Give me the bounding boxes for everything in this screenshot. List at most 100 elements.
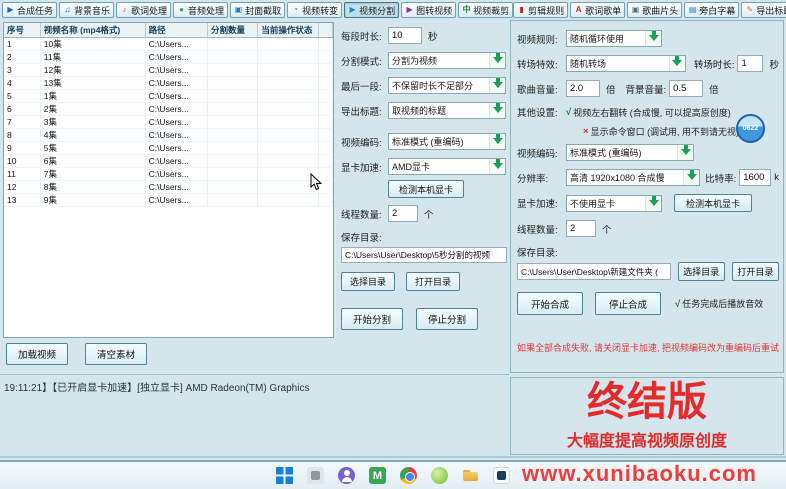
tab-bg-music[interactable]: ♫背景音乐 [59, 2, 114, 18]
transition-select[interactable]: 随机转场 [566, 55, 686, 72]
tab-lyrics-playlist[interactable]: A歌词歌单 [570, 2, 625, 18]
split-mode-value: 分割为视频 [389, 54, 489, 67]
tab-export-title[interactable]: ✎导出标题 [741, 2, 786, 18]
chevron-down-icon[interactable] [669, 56, 685, 71]
flip-video-checkbox-label[interactable]: 视频左右翻转 (合成慢, 可以提高原创度) [573, 106, 731, 119]
chevron-down-icon[interactable] [489, 53, 505, 68]
table-cell: 6 [4, 103, 40, 116]
tab-lyrics-process[interactable]: ♪歌词处理 [116, 2, 171, 18]
segment-duration-input[interactable] [388, 27, 422, 44]
table-cell: C:\Users... [145, 38, 207, 51]
table-row[interactable]: 128集C:\Users... [4, 181, 333, 194]
table-cell: 2集 [40, 103, 145, 116]
chevron-down-icon[interactable] [645, 31, 661, 46]
merge-choose-dir-button[interactable]: 选择目录 [678, 262, 725, 281]
table-row[interactable]: 117集C:\Users... [4, 168, 333, 181]
table-row[interactable]: 62集C:\Users... [4, 103, 333, 116]
table-row[interactable]: 73集C:\Users... [4, 116, 333, 129]
user-icon[interactable] [338, 467, 355, 484]
chrome-icon[interactable] [400, 467, 417, 484]
table-row[interactable]: 139集C:\Users... [4, 194, 333, 207]
resolution-select[interactable]: 高清 1920x1080 合成慢 [566, 169, 700, 186]
video-rule-select[interactable]: 随机循环使用 [566, 30, 662, 47]
tab-video-split[interactable]: ▶视频分割 [344, 2, 399, 18]
merge-save-dir-input[interactable] [517, 263, 671, 280]
tab-cover-capture[interactable]: ▣封面截取 [230, 2, 285, 18]
column-header[interactable]: 分割数量 [208, 23, 258, 38]
app-active-icon[interactable] [493, 467, 510, 484]
checkmark-icon[interactable]: √ [566, 107, 571, 118]
tab-image-to-video[interactable]: ▶图转视频 [401, 2, 456, 18]
table-cell [208, 103, 258, 116]
table-row[interactable]: 84集C:\Users... [4, 129, 333, 142]
chevron-down-icon[interactable] [645, 196, 661, 211]
promo-subtitle: 大幅度提高视频原创度 [567, 427, 727, 451]
tab-clip-rules[interactable]: ▮剪辑规则 [513, 2, 568, 18]
song-volume-input[interactable] [566, 80, 600, 97]
transition-duration-input[interactable] [737, 55, 763, 72]
video-encode-select[interactable]: 标准模式 (重编码) [388, 133, 506, 150]
load-videos-button[interactable]: 加载视频 [6, 343, 68, 365]
open-dir-button[interactable]: 打开目录 [406, 272, 460, 291]
table-row[interactable]: 95集C:\Users... [4, 142, 333, 155]
choose-dir-button[interactable]: 选择目录 [341, 272, 395, 291]
show-cmd-checkbox-label[interactable]: 显示命令窗口 (调试用, 用不到请无视) [591, 125, 740, 138]
bg-volume-input[interactable] [669, 80, 703, 97]
times-unit: 倍 [709, 82, 719, 96]
tab-label: 歌词处理 [131, 4, 167, 17]
tab-video-transform[interactable]: ◔视频转变 [287, 2, 342, 18]
browser-360-icon[interactable] [431, 467, 448, 484]
column-header[interactable]: 视频名称 (mp4格式) [40, 23, 145, 38]
bitrate-input[interactable] [739, 169, 771, 186]
export-title-select[interactable]: 取视频的标题 [388, 102, 506, 119]
table-row[interactable]: 312集C:\Users... [4, 64, 333, 77]
chevron-down-icon[interactable] [489, 159, 505, 174]
tab-song-intro[interactable]: ▣歌曲片头 [627, 2, 682, 18]
tab-compose-task[interactable]: ▶合成任务 [2, 2, 57, 18]
tab-narration-subtitle[interactable]: ▤旁白字幕 [684, 2, 739, 18]
chevron-down-icon[interactable] [489, 134, 505, 149]
table-body: 110集C:\Users...211集C:\Users...312集C:\Use… [4, 38, 333, 207]
video-rule-value: 随机循环使用 [567, 32, 645, 45]
column-header[interactable] [318, 23, 332, 38]
save-dir-input[interactable] [341, 247, 507, 263]
gpu-accel-select[interactable]: AMD显卡 [388, 158, 506, 175]
clear-material-button[interactable]: 清空素材 [85, 343, 147, 365]
start-merge-button[interactable]: 开始合成 [517, 292, 583, 315]
table-row[interactable]: 106集C:\Users... [4, 155, 333, 168]
merge-open-dir-button[interactable]: 打开目录 [732, 262, 779, 281]
stop-merge-button[interactable]: 停止合成 [595, 292, 661, 315]
chevron-down-icon[interactable] [489, 103, 505, 118]
column-header[interactable]: 序号 [4, 23, 40, 38]
checkmark-icon[interactable]: √ [675, 299, 680, 310]
tab-audio-process[interactable]: ●音频处理 [173, 2, 228, 18]
column-header[interactable]: 当前操作状态 [258, 23, 318, 38]
stop-split-button[interactable]: 停止分割 [416, 308, 478, 330]
column-header[interactable]: 路径 [145, 23, 207, 38]
merge-thread-count-input[interactable] [566, 220, 596, 237]
thread-count-input[interactable] [388, 205, 418, 222]
chevron-down-icon[interactable] [677, 145, 693, 160]
chevron-down-icon[interactable] [489, 78, 505, 93]
mail-icon[interactable] [369, 467, 386, 484]
table-row[interactable]: 51集C:\Users... [4, 90, 333, 103]
split-mode-select[interactable]: 分割为视频 [388, 52, 506, 69]
merge-gpu-select[interactable]: 不使用显卡 [566, 195, 662, 212]
sound-effect-checkbox-label[interactable]: 任务完成后播放音效 [682, 299, 763, 309]
merge-encode-select[interactable]: 标准模式 (重编码) [566, 144, 694, 161]
table-cell [318, 129, 332, 142]
widgets-icon[interactable] [307, 467, 324, 484]
table-row[interactable]: 413集C:\Users... [4, 77, 333, 90]
detect-gpu-button[interactable]: 检测本机显卡 [388, 180, 464, 198]
tab-video-crop[interactable]: 中视频裁剪 [458, 2, 513, 18]
cross-icon[interactable]: × [583, 126, 589, 137]
windows-icon[interactable] [276, 467, 293, 484]
last-segment-select[interactable]: 不保留时长不足部分 [388, 77, 506, 94]
folder-icon[interactable] [462, 467, 479, 484]
start-split-button[interactable]: 开始分割 [341, 308, 403, 330]
table-cell [318, 142, 332, 155]
merge-detect-gpu-button[interactable]: 检测本机显卡 [674, 194, 752, 212]
table-row[interactable]: 110集C:\Users... [4, 38, 333, 51]
chevron-down-icon[interactable] [683, 170, 699, 185]
table-row[interactable]: 211集C:\Users... [4, 51, 333, 64]
